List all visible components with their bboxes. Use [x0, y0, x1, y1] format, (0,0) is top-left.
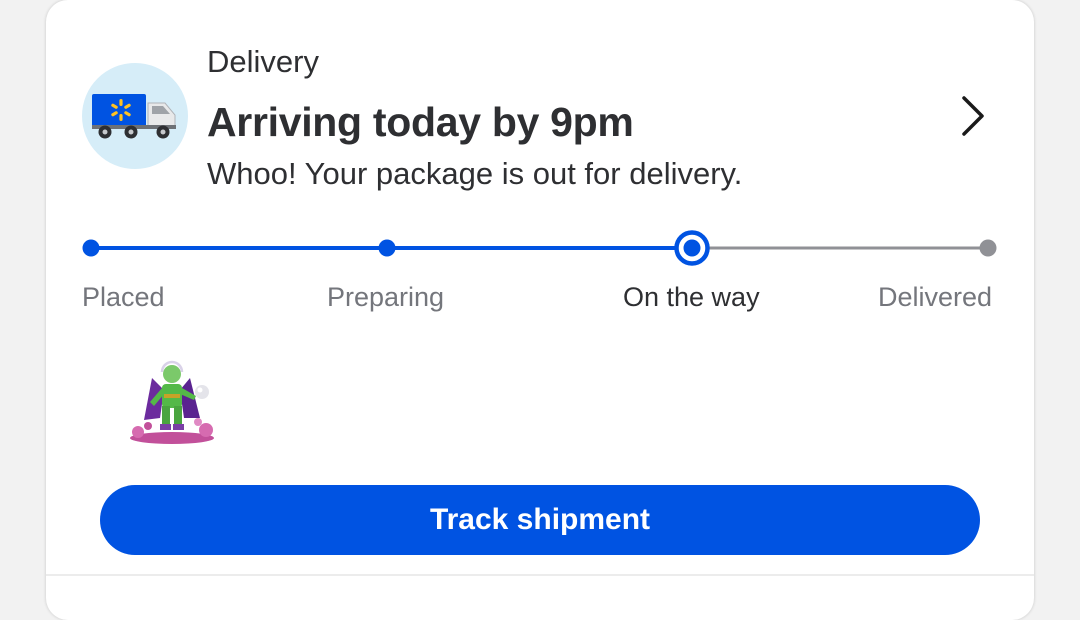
step-label-on-the-way: On the way — [623, 282, 760, 312]
step-label-placed: Placed — [82, 282, 165, 312]
step-label-delivered: Delivered — [878, 282, 993, 312]
product-thumbnail[interactable] — [124, 360, 220, 444]
delivery-status-message: Whoo! Your package is out for delivery. — [207, 156, 743, 191]
card-divider — [46, 574, 1034, 576]
delivery-method-label: Delivery — [207, 44, 319, 79]
delivery-truck-icon — [82, 63, 188, 169]
delivery-eta-title: Arriving today by 9pm — [207, 99, 634, 145]
chevron-right-icon[interactable] — [950, 92, 998, 140]
track-shipment-button[interactable]: Track shipment — [100, 485, 980, 555]
step-label-preparing: Preparing — [327, 282, 445, 312]
